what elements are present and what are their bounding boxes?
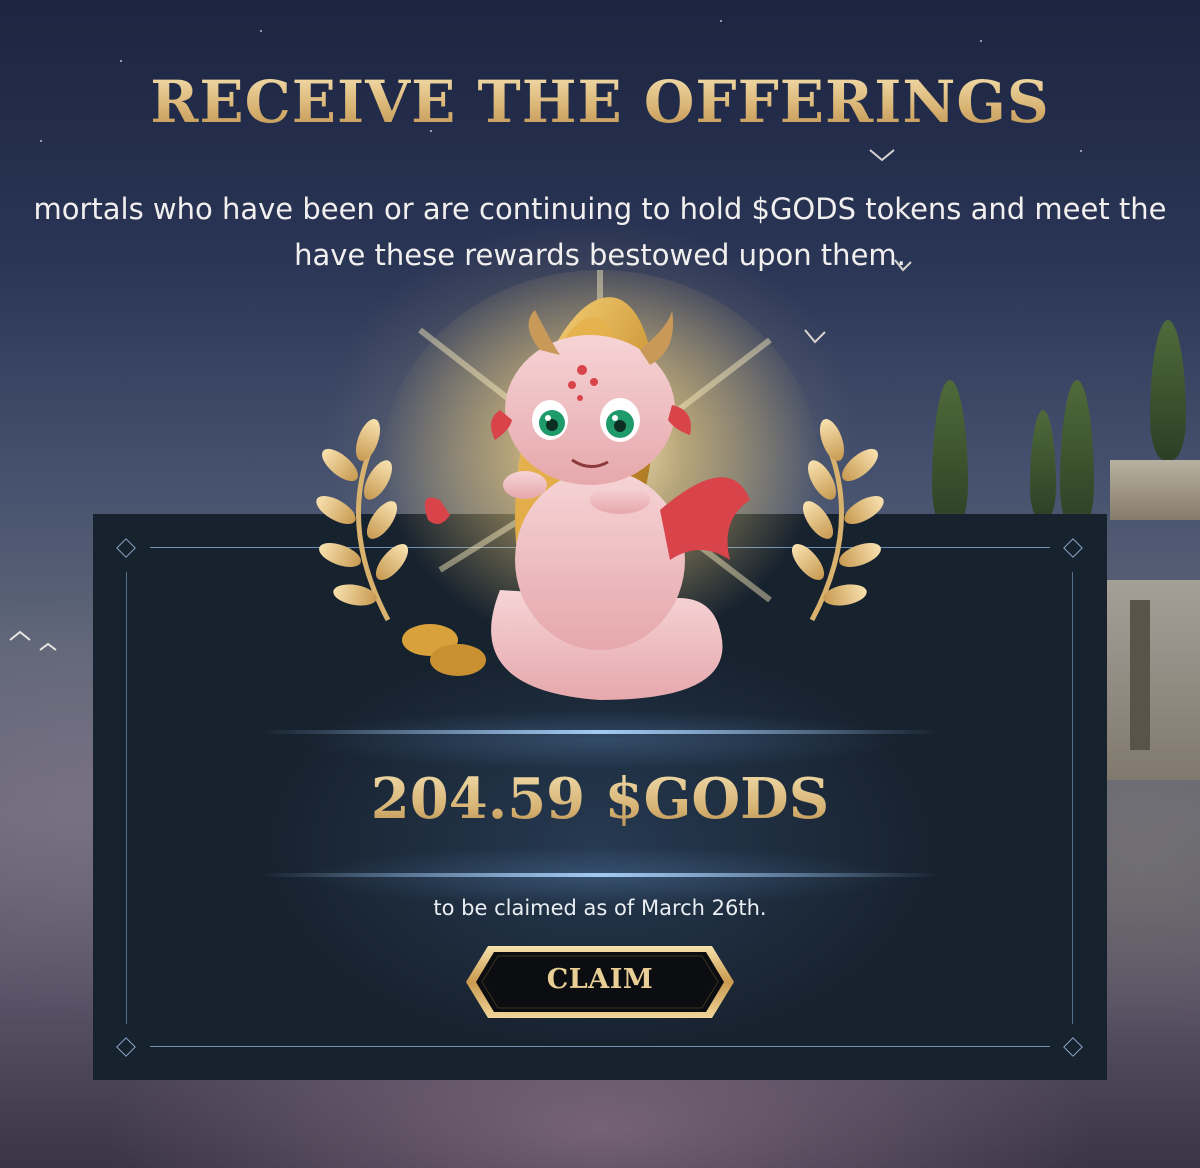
subtitle-line-1: mortals who have been or are continuing … xyxy=(33,192,1167,226)
offerings-page: RECEIVE THE OFFERINGS mortals who have b… xyxy=(0,0,1200,1168)
reward-illustration xyxy=(316,270,884,700)
claim-date-note: to be claimed as of March 26th. xyxy=(433,896,767,920)
divider-bottom xyxy=(260,873,940,877)
page-subtitle: mortals who have been or are continuing … xyxy=(0,186,1200,278)
divider-top xyxy=(260,730,940,734)
claim-button[interactable]: CLAIM xyxy=(464,944,736,1020)
page-title: RECEIVE THE OFFERINGS xyxy=(0,68,1200,136)
claim-button-label[interactable]: CLAIM xyxy=(464,964,736,995)
reward-amount: 204.59 $GODS xyxy=(0,766,1200,832)
